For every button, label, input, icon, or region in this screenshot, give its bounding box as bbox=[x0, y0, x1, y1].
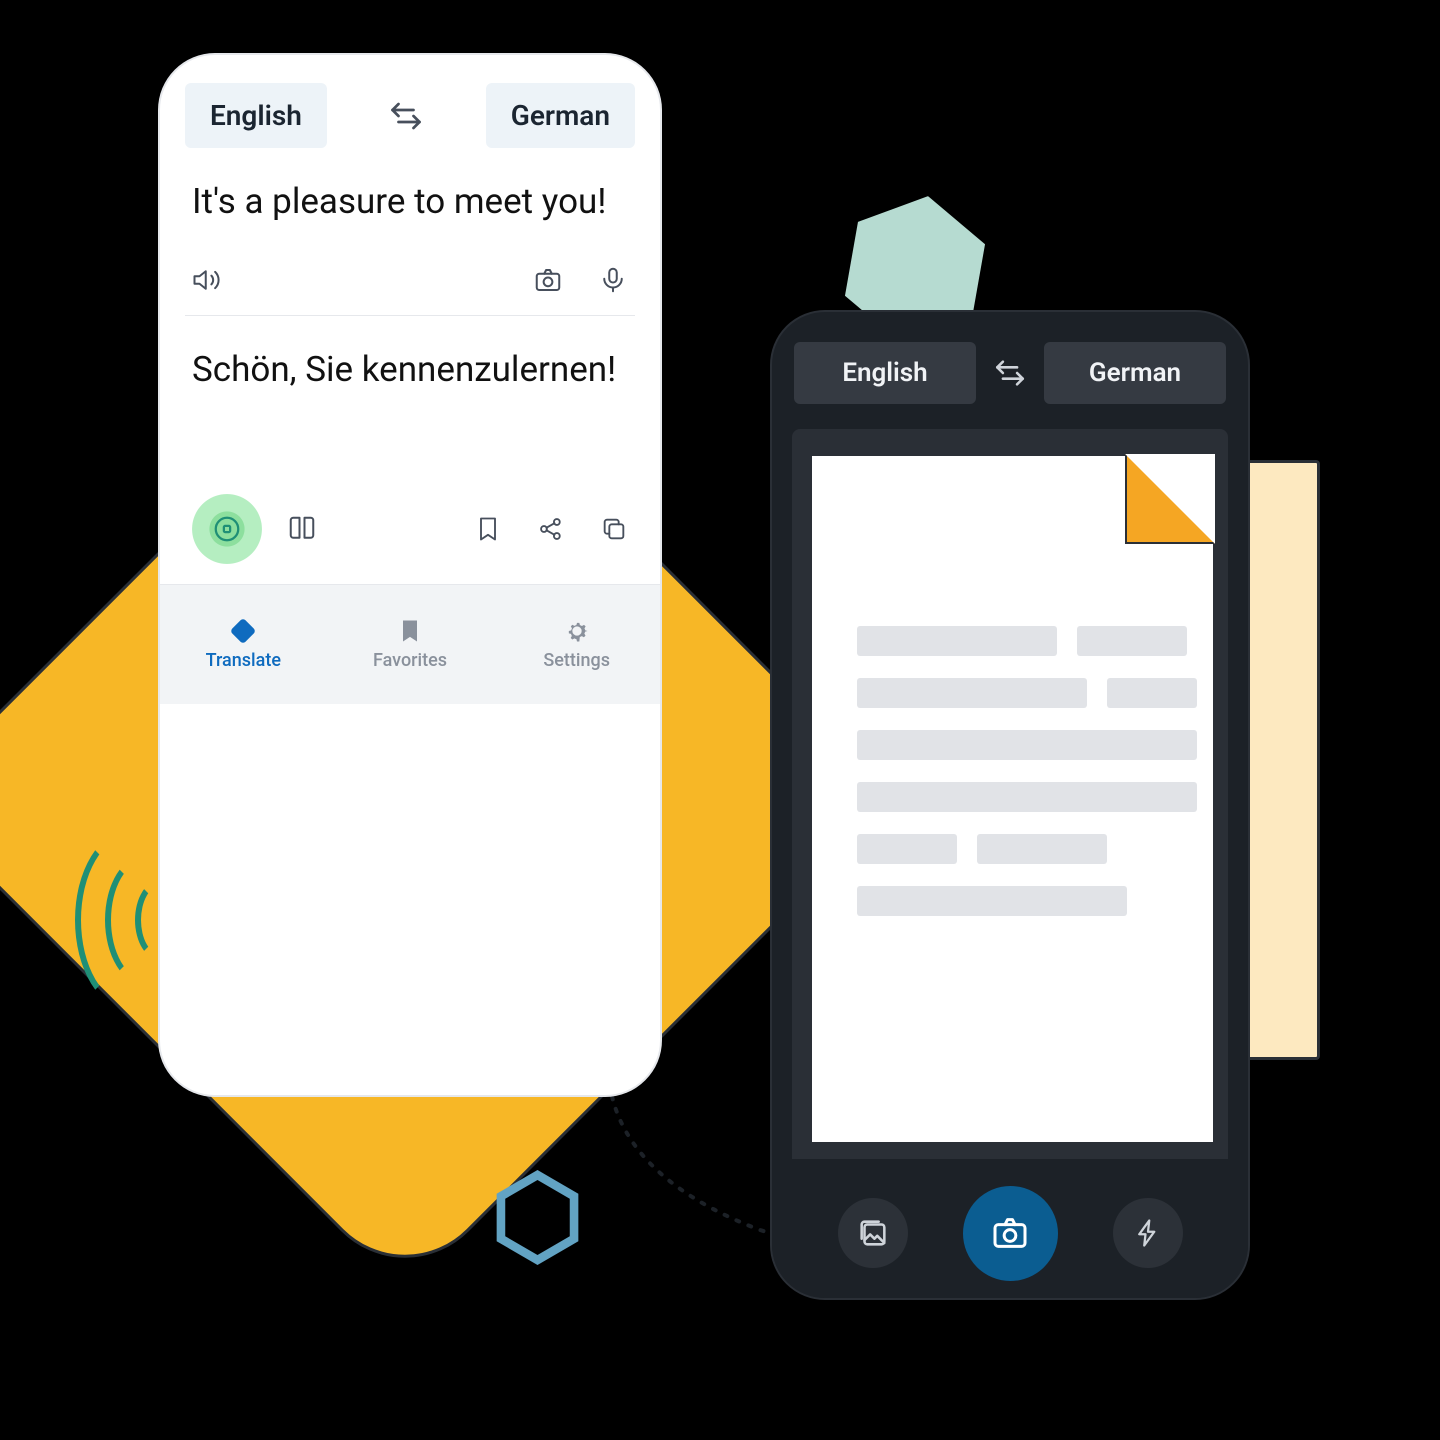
flash-icon bbox=[1133, 1218, 1163, 1248]
camera-input-button[interactable] bbox=[533, 265, 563, 295]
nav-label: Translate bbox=[206, 650, 281, 671]
stop-playback-button[interactable] bbox=[192, 494, 262, 564]
nav-tab-favorites[interactable]: Favorites bbox=[327, 585, 494, 704]
share-icon bbox=[537, 515, 565, 543]
camera-icon bbox=[990, 1213, 1030, 1253]
camera-icon bbox=[533, 265, 563, 295]
source-text[interactable]: It's a pleasure to meet you! bbox=[160, 148, 660, 265]
camera-translate-phone: English German bbox=[770, 310, 1250, 1300]
nav-tab-settings[interactable]: Settings bbox=[493, 585, 660, 704]
target-language-button[interactable]: German bbox=[1044, 342, 1226, 404]
target-text: Schön, Sie kennenzulernen! bbox=[160, 316, 660, 433]
nav-label: Settings bbox=[543, 650, 610, 671]
source-language-button[interactable]: English bbox=[185, 83, 327, 148]
bookmark-button[interactable] bbox=[474, 515, 502, 543]
flash-button[interactable] bbox=[1113, 1198, 1183, 1268]
nav-tab-translate[interactable]: Translate bbox=[160, 585, 327, 704]
decorative-hexagon-blue bbox=[490, 1170, 585, 1265]
target-language-button[interactable]: German bbox=[486, 83, 635, 148]
bookmark-filled-icon bbox=[396, 617, 424, 645]
share-button[interactable] bbox=[537, 515, 565, 543]
copy-button[interactable] bbox=[600, 515, 628, 543]
nav-label: Favorites bbox=[373, 650, 447, 671]
dictionary-button[interactable] bbox=[287, 514, 317, 544]
translate-app-phone: English German It's a pleasure to meet y… bbox=[160, 55, 660, 1095]
document-preview bbox=[810, 454, 1215, 1144]
camera-controls bbox=[772, 1168, 1248, 1298]
gallery-icon bbox=[856, 1216, 890, 1250]
listen-source-button[interactable] bbox=[192, 265, 222, 295]
microphone-icon bbox=[598, 265, 628, 295]
copy-icon bbox=[600, 515, 628, 543]
gear-icon bbox=[563, 617, 591, 645]
stop-icon bbox=[212, 514, 242, 544]
bottom-nav: Translate Favorites Settings bbox=[160, 584, 660, 704]
speaker-icon bbox=[192, 265, 222, 295]
swap-languages-button[interactable] bbox=[988, 356, 1032, 390]
book-icon bbox=[287, 514, 317, 544]
capture-button[interactable] bbox=[963, 1186, 1058, 1281]
voice-input-button[interactable] bbox=[598, 265, 628, 295]
document-text-placeholder bbox=[857, 626, 1197, 938]
bookmark-icon bbox=[474, 515, 502, 543]
swap-languages-button[interactable] bbox=[388, 98, 424, 134]
translate-icon bbox=[229, 617, 257, 645]
gallery-button[interactable] bbox=[838, 1198, 908, 1268]
source-language-button[interactable]: English bbox=[794, 342, 976, 404]
camera-viewport bbox=[792, 429, 1228, 1159]
